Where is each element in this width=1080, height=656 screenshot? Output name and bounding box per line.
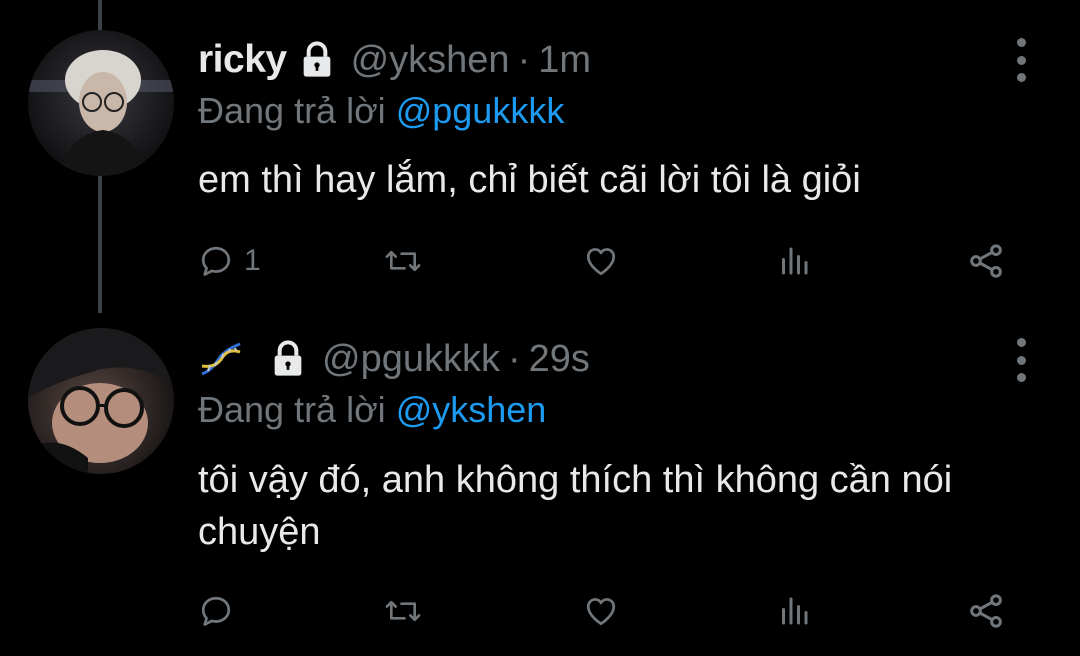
- reply-icon: [201, 596, 231, 626]
- views-icon: [782, 597, 808, 625]
- views-button[interactable]: [776, 586, 812, 636]
- share-icon: [970, 244, 1002, 278]
- retweet-button[interactable]: [384, 586, 422, 636]
- reply-mention-link[interactable]: @pgukkkk: [396, 90, 565, 131]
- avatar[interactable]: [28, 30, 174, 176]
- user-handle[interactable]: @ykshen: [351, 39, 510, 82]
- reply-prefix: Đang trả lời: [198, 389, 386, 430]
- timestamp[interactable]: 29s: [529, 338, 590, 381]
- lock-icon: [268, 339, 308, 379]
- tweet-actions: [198, 586, 1028, 636]
- replying-to: Đang trả lời @pgukkkk: [198, 90, 564, 132]
- like-icon: [586, 598, 616, 626]
- reply-button[interactable]: [198, 586, 244, 636]
- tweet-text: em thì hay lắm, chỉ biết cãi lời tôi là …: [198, 159, 861, 201]
- reply-button[interactable]: 1: [198, 236, 261, 286]
- like-button[interactable]: [582, 586, 620, 636]
- retweet-icon: [385, 250, 421, 272]
- display-name[interactable]: ricky: [198, 38, 287, 82]
- more-icon[interactable]: [1006, 38, 1036, 82]
- separator-dot: ·: [517, 38, 531, 81]
- tweet-header: ricky @ykshen · 1m: [198, 32, 591, 88]
- share-button[interactable]: [966, 236, 1006, 286]
- separator-dot: ·: [507, 337, 521, 380]
- lock-icon: [297, 40, 337, 80]
- like-icon: [586, 248, 616, 276]
- tweet[interactable]: ricky @ykshen · 1m Đang trả lời @pgukkkk…: [0, 0, 1080, 318]
- retweet-icon: [385, 600, 421, 622]
- views-icon: [782, 247, 808, 275]
- tweet[interactable]: @pgukkkk · 29s Đang trả lời @ykshen tôi …: [0, 318, 1080, 656]
- replying-to: Đang trả lời @ykshen: [198, 389, 546, 431]
- tweet-text: tôi vậy đó, anh không thích thì không cầ…: [198, 459, 953, 553]
- reply-prefix: Đang trả lời: [198, 90, 386, 131]
- reply-icon: [201, 246, 231, 276]
- timestamp[interactable]: 1m: [538, 39, 591, 82]
- avatar[interactable]: [28, 328, 174, 474]
- tweet-header: @pgukkkk · 29s: [198, 331, 590, 387]
- like-button[interactable]: [582, 236, 620, 286]
- tweet-actions: 1: [198, 236, 1028, 286]
- reply-mention-link[interactable]: @ykshen: [396, 389, 547, 430]
- user-handle[interactable]: @pgukkkk: [322, 338, 500, 381]
- more-icon[interactable]: [1006, 338, 1036, 382]
- reply-count: 1: [244, 244, 261, 277]
- share-icon: [970, 594, 1002, 628]
- views-button[interactable]: [776, 236, 812, 286]
- share-button[interactable]: [966, 586, 1006, 636]
- dna-icon: [198, 340, 244, 378]
- retweet-button[interactable]: [384, 236, 422, 286]
